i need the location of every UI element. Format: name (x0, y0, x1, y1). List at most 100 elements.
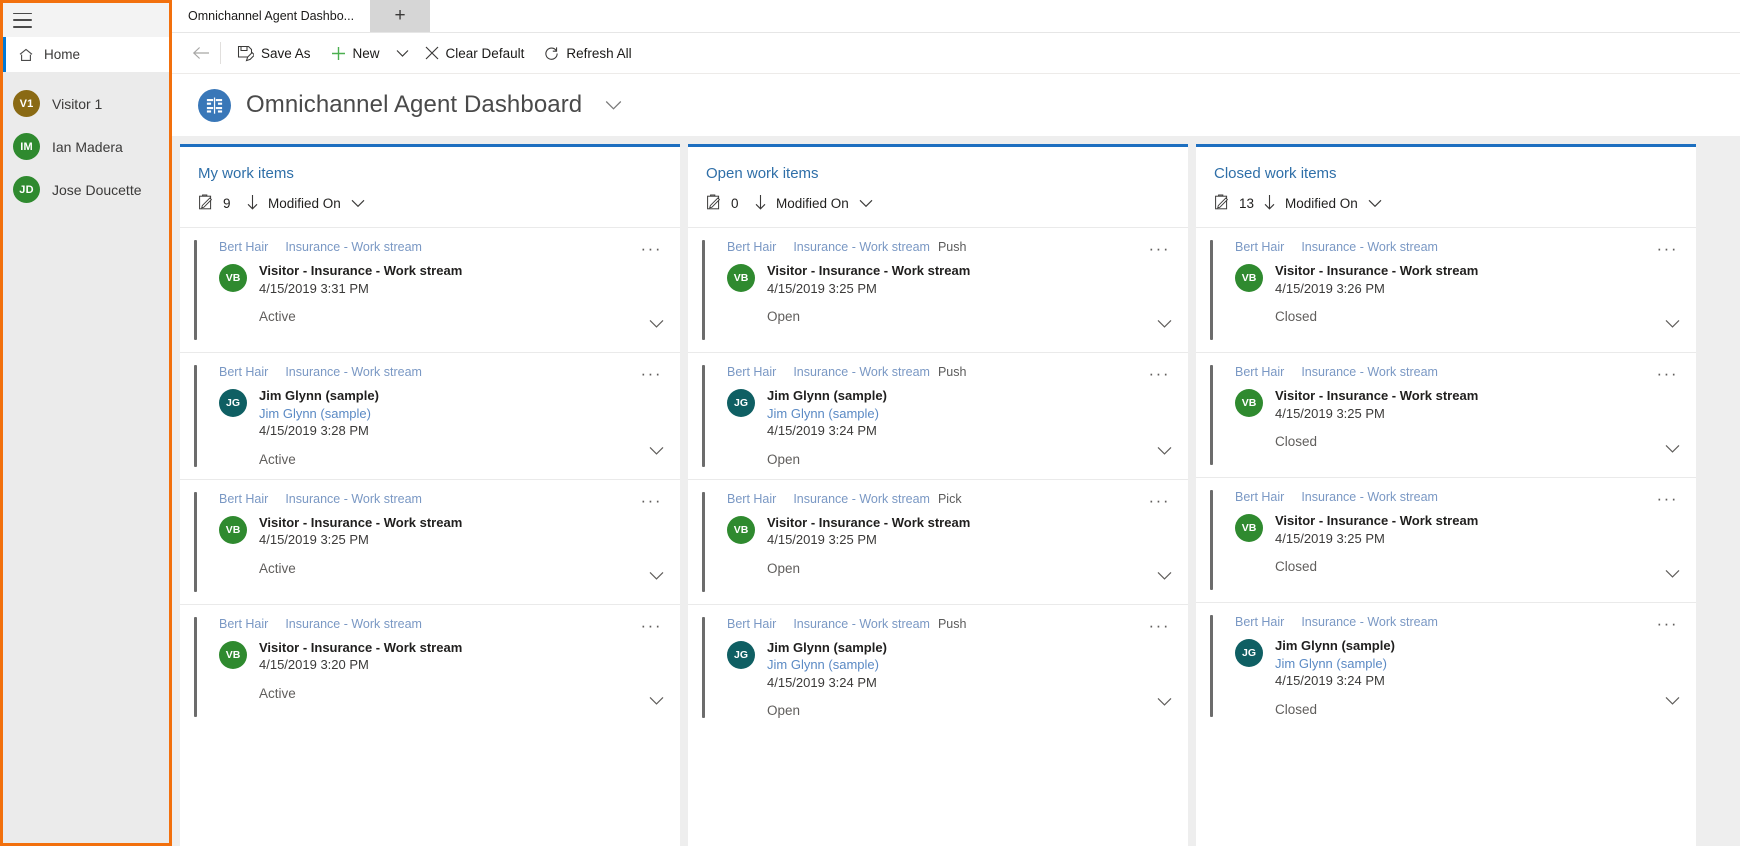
tab-strip-filler (430, 0, 1740, 32)
avatar: VB (1235, 264, 1263, 292)
hamburger-icon[interactable] (13, 12, 32, 28)
card-timestamp: 4/15/2019 3:24 PM (1275, 673, 1385, 689)
card-agent-name[interactable]: Bert Hair (1235, 490, 1284, 504)
card-workstream-name[interactable]: Insurance - Work stream (793, 617, 930, 631)
work-item-card[interactable]: Bert Hair Insurance - Work stream Pick VB Vi… (688, 478, 1188, 604)
card-expand-button[interactable] (1665, 693, 1680, 711)
card-subtitle[interactable]: Jim Glynn (sample) (259, 405, 379, 423)
ellipsis-icon[interactable]: ··· (1149, 492, 1170, 509)
card-body: Bert Hair Insurance - Work stream VB Visito… (1213, 490, 1686, 590)
card-workstream-name[interactable]: Insurance - Work stream (793, 365, 930, 379)
card-expand-button[interactable] (1665, 441, 1680, 459)
work-item-card[interactable]: Bert Hair Insurance - Work stream VB Visito… (180, 227, 680, 352)
card-workstream-name[interactable]: Insurance - Work stream (1301, 240, 1438, 254)
card-text-lines: Jim Glynn (sample) Jim Glynn (sample) 4/15… (1275, 637, 1395, 690)
card-workstream-name[interactable]: Insurance - Work stream (1301, 365, 1438, 379)
refresh-all-button[interactable]: Refresh All (534, 36, 641, 70)
arrow-down-icon[interactable] (755, 194, 766, 213)
ellipsis-icon[interactable]: ··· (641, 240, 662, 257)
column-count: 13 (1239, 196, 1255, 211)
card-expand-button[interactable] (1665, 316, 1680, 334)
work-item-card[interactable]: Bert Hair Insurance - Work stream Push JG Ji… (688, 603, 1188, 731)
card-agent-name[interactable]: Bert Hair (727, 365, 776, 379)
card-expand-button[interactable] (1157, 568, 1172, 586)
work-item-card[interactable]: Bert Hair Insurance - Work stream Push VB Vi… (688, 227, 1188, 352)
new-button[interactable]: New (321, 36, 390, 70)
work-item-card[interactable]: Bert Hair Insurance - Work stream VB Visito… (1196, 227, 1696, 352)
sidebar-person-item[interactable]: V1 Visitor 1 (3, 82, 169, 125)
card-timestamp: 4/15/2019 3:26 PM (1275, 280, 1385, 296)
clear-default-button[interactable]: Clear Default (415, 36, 535, 70)
save-as-button[interactable]: Save As (227, 36, 321, 70)
card-workstream-name[interactable]: Insurance - Work stream (793, 240, 930, 254)
card-expand-button[interactable] (649, 316, 664, 334)
card-workstream-name[interactable]: Insurance - Work stream (285, 617, 422, 631)
card-agent-name[interactable]: Bert Hair (219, 492, 268, 506)
card-expand-button[interactable] (649, 568, 664, 586)
card-expand-button[interactable] (1157, 694, 1172, 712)
ellipsis-icon[interactable]: ··· (1149, 240, 1170, 257)
ellipsis-icon[interactable]: ··· (1657, 240, 1678, 257)
arrow-down-icon[interactable] (1264, 194, 1275, 213)
chevron-down-icon (606, 100, 622, 110)
card-expand-button[interactable] (1157, 316, 1172, 334)
work-item-card[interactable]: Bert Hair Insurance - Work stream Push JG Ji… (688, 352, 1188, 479)
card-expand-button[interactable] (1157, 443, 1172, 461)
ellipsis-icon[interactable]: ··· (641, 492, 662, 509)
ellipsis-icon[interactable]: ··· (1149, 617, 1170, 634)
card-agent-name[interactable]: Bert Hair (219, 365, 268, 379)
card-workstream-name[interactable]: Insurance - Work stream (793, 492, 930, 506)
work-item-card[interactable]: Bert Hair Insurance - Work stream JG Jim Gl… (180, 352, 680, 479)
avatar: VB (1235, 389, 1263, 417)
card-main-row: VB Visitor - Insurance - Work stream 4/15/… (219, 639, 670, 674)
card-workstream-name[interactable]: Insurance - Work stream (285, 492, 422, 506)
card-workstream-name[interactable]: Insurance - Work stream (1301, 615, 1438, 629)
card-agent-name[interactable]: Bert Hair (1235, 240, 1284, 254)
card-subtitle[interactable]: Jim Glynn (sample) (767, 405, 887, 423)
new-tab-button[interactable]: + (370, 0, 431, 32)
work-item-card[interactable]: Bert Hair Insurance - Work stream VB Visito… (1196, 477, 1696, 602)
ellipsis-icon[interactable]: ··· (1657, 615, 1678, 632)
card-agent-name[interactable]: Bert Hair (727, 617, 776, 631)
sidebar-person-item[interactable]: IM Ian Madera (3, 125, 169, 168)
card-main-row: JG Jim Glynn (sample) Jim Glynn (sample) 4/… (727, 387, 1178, 440)
work-item-card[interactable]: Bert Hair Insurance - Work stream VB Visito… (1196, 352, 1696, 477)
work-item-card[interactable]: Bert Hair Insurance - Work stream VB Visito… (180, 478, 680, 604)
card-agent-name[interactable]: Bert Hair (727, 492, 776, 506)
card-expand-button[interactable] (649, 693, 664, 711)
column-sort-dropdown[interactable] (1368, 199, 1382, 208)
card-main-row: JG Jim Glynn (sample) Jim Glynn (sample) 4/… (219, 387, 670, 440)
card-expand-button[interactable] (649, 443, 664, 461)
column-sort-dropdown[interactable] (859, 199, 873, 208)
card-agent-name[interactable]: Bert Hair (219, 240, 268, 254)
card-workstream-name[interactable]: Insurance - Work stream (285, 365, 422, 379)
arrow-down-icon[interactable] (247, 194, 258, 213)
ellipsis-icon[interactable]: ··· (1149, 365, 1170, 382)
card-subtitle[interactable]: Jim Glynn (sample) (767, 656, 887, 674)
column-sort-dropdown[interactable] (351, 199, 365, 208)
card-workstream-name[interactable]: Insurance - Work stream (1301, 490, 1438, 504)
ellipsis-icon[interactable]: ··· (1657, 365, 1678, 382)
card-subtitle[interactable]: Jim Glynn (sample) (1275, 655, 1395, 673)
tab-omnichannel-agent-dashboard[interactable]: Omnichannel Agent Dashbo... (172, 0, 371, 32)
work-item-card[interactable]: Bert Hair Insurance - Work stream VB Visito… (180, 603, 680, 729)
card-expand-button[interactable] (1665, 566, 1680, 584)
card-agent-name[interactable]: Bert Hair (219, 617, 268, 631)
page-title-dropdown[interactable] (605, 100, 622, 111)
ellipsis-icon[interactable]: ··· (1657, 490, 1678, 507)
ellipsis-icon[interactable]: ··· (641, 617, 662, 634)
card-main-row: VB Visitor - Insurance - Work stream 4/15/… (727, 514, 1178, 549)
card-agent-name[interactable]: Bert Hair (1235, 365, 1284, 379)
new-dropdown-button[interactable] (390, 36, 415, 70)
card-agent-name[interactable]: Bert Hair (727, 240, 776, 254)
card-agent-name[interactable]: Bert Hair (1235, 615, 1284, 629)
page-title: Omnichannel Agent Dashboard (246, 91, 583, 118)
sidebar-item-home[interactable]: Home (3, 37, 169, 72)
sidebar-person-item[interactable]: JD Jose Doucette (3, 168, 169, 211)
work-item-card[interactable]: Bert Hair Insurance - Work stream JG Jim Gl… (1196, 602, 1696, 729)
card-title: Visitor - Insurance - Work stream (1275, 388, 1479, 403)
card-workstream-name[interactable]: Insurance - Work stream (285, 240, 422, 254)
ellipsis-icon[interactable]: ··· (641, 365, 662, 382)
back-button[interactable] (184, 36, 218, 70)
chevron-down-icon (1665, 444, 1680, 453)
